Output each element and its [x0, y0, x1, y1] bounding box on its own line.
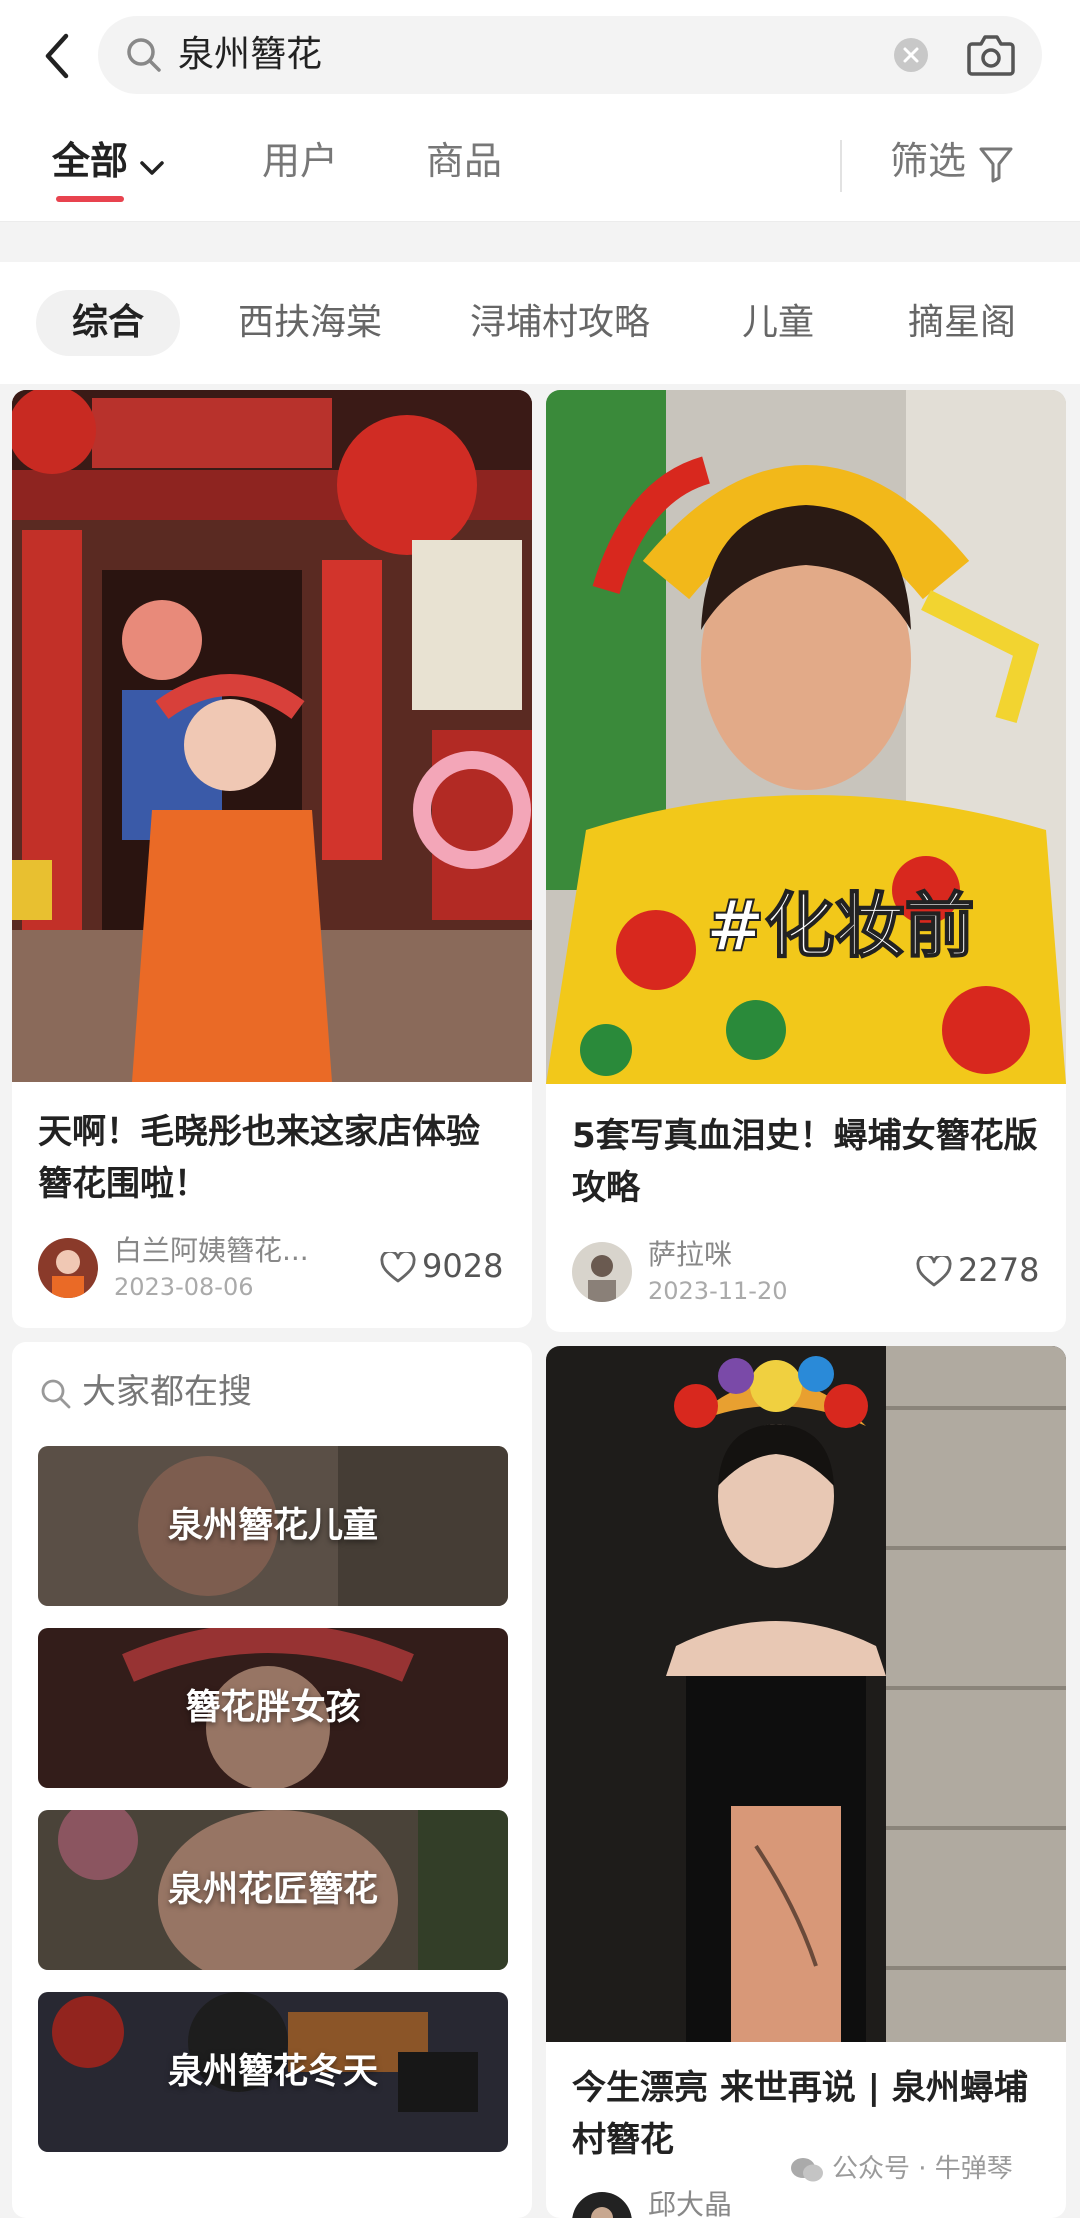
like-count-value: 9028: [422, 1247, 504, 1285]
trending-item[interactable]: 簪花胖女孩: [38, 1628, 508, 1788]
filter-icon: [979, 147, 1013, 182]
avatar[interactable]: [572, 2192, 632, 2218]
tab-all-label: 全部: [52, 139, 129, 183]
note-cover-image: #化妆前: [546, 390, 1066, 1084]
chip-xifu-haitang[interactable]: 西扶海棠: [238, 290, 382, 356]
chip-zhaixingge[interactable]: 摘星阁: [908, 290, 1016, 356]
tab-all[interactable]: 全部: [52, 138, 166, 187]
trending-searches: 大家都在搜 泉州簪花儿童 簪花胖女孩 泉州花匠簪花 泉州簪花冬天: [12, 1342, 532, 2218]
filter-label: 筛选: [890, 139, 967, 183]
post-date: 2023-08-06: [114, 1273, 254, 1301]
trending-heading: 大家都在搜: [40, 1370, 252, 1414]
tab-products[interactable]: 商品: [426, 138, 502, 184]
note-card[interactable]: #化妆前 5套写真血泪史！蟳埔女簪花版攻略 萨拉咪 2023-11-20 227…: [546, 390, 1066, 1332]
note-title: 天啊！毛晓彤也来这家店体验簪花围啦！: [38, 1112, 480, 1204]
search-icon: [124, 35, 164, 75]
trending-item[interactable]: 泉州簪花儿童: [38, 1446, 508, 1606]
avatar[interactable]: [38, 1238, 98, 1298]
post-date: 2023-11-20: [648, 1277, 788, 1305]
category-chips: 综合 西扶海棠 浔埔村攻略 儿童 摘星阁: [0, 262, 1080, 384]
like-count[interactable]: 2278: [916, 1250, 1039, 1290]
back-arrow-icon[interactable]: [38, 30, 78, 82]
note-cover-image: [12, 390, 532, 1082]
like-count[interactable]: 9028: [380, 1246, 503, 1286]
note-title: 5套写真血泪史！蟳埔女簪花版攻略: [572, 1116, 1038, 1208]
chevron-down-icon: [138, 141, 166, 187]
watermark: 公众号 · 牛弹琴: [790, 2152, 1013, 2186]
chip-xunpu-guide[interactable]: 浔埔村攻略: [470, 290, 650, 356]
avatar[interactable]: [572, 1242, 632, 1302]
trending-item-label: 簪花胖女孩: [185, 1688, 361, 1728]
wechat-icon: [791, 2157, 823, 2181]
note-cover-image: [546, 1346, 1066, 2042]
trending-item-label: 泉州簪花儿童: [167, 1506, 378, 1546]
author-name[interactable]: 萨拉咪: [648, 1238, 732, 1272]
type-tabs: 全部 用户 商品 筛选: [0, 112, 1080, 222]
note-card[interactable]: 今生漂亮 来世再说 | 泉州蟳埔村簪花 邱大晶: [546, 1346, 1066, 2218]
trending-item[interactable]: 泉州簪花冬天: [38, 1992, 508, 2152]
top-bar: 泉州簪花: [0, 0, 1080, 112]
clear-icon[interactable]: [894, 38, 928, 72]
chip-children[interactable]: 儿童: [742, 290, 814, 356]
like-count-value: 2278: [958, 1251, 1040, 1289]
author-name[interactable]: 白兰阿姨簪花...: [114, 1234, 309, 1268]
divider: [840, 140, 842, 192]
heart-icon: [380, 1249, 416, 1283]
note-card[interactable]: 天啊！毛晓彤也来这家店体验簪花围啦！ 白兰阿姨簪花... 2023-08-06 …: [12, 390, 532, 1328]
note-title: 今生漂亮 来世再说 | 泉州蟳埔村簪花: [572, 2068, 1028, 2160]
filter-button[interactable]: 筛选: [890, 138, 1014, 184]
trending-item[interactable]: 泉州花匠簪花: [38, 1810, 508, 1970]
trending-heading-label: 大家都在搜: [82, 1372, 252, 1412]
camera-icon[interactable]: [966, 32, 1016, 78]
search-query[interactable]: 泉州簪花: [178, 34, 322, 76]
watermark-text: 公众号 · 牛弹琴: [832, 2154, 1013, 2184]
trending-item-label: 泉州簪花冬天: [167, 2052, 378, 2092]
author-name[interactable]: 邱大晶: [648, 2188, 732, 2218]
search-icon: [41, 1379, 71, 1408]
tab-users[interactable]: 用户: [262, 138, 338, 184]
search-bar[interactable]: 泉州簪花: [98, 16, 1042, 94]
trending-item-label: 泉州花匠簪花: [167, 1870, 378, 1910]
active-tab-indicator: [56, 196, 124, 202]
heart-icon: [916, 1253, 952, 1287]
photo-overlay-text: #化妆前: [706, 885, 975, 967]
chip-comprehensive[interactable]: 综合: [36, 290, 181, 356]
